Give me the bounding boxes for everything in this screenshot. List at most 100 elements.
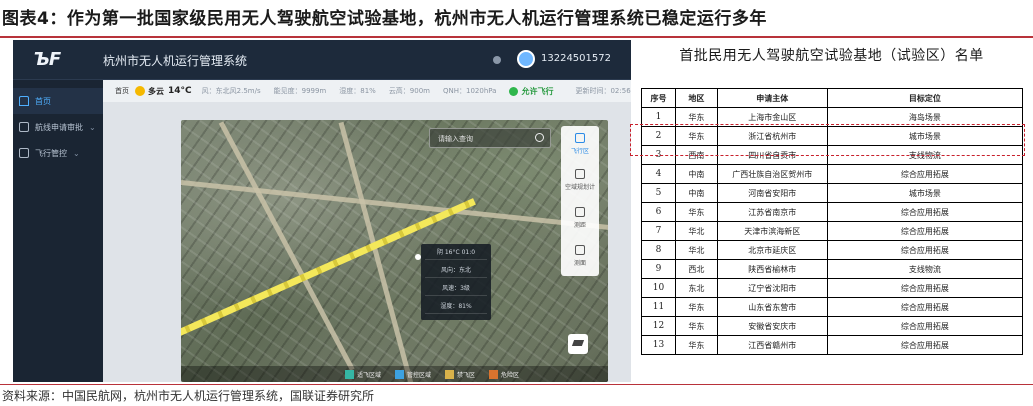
table-cell: 11 (641, 297, 676, 317)
home-icon (19, 96, 29, 106)
table-cell: 华北 (674, 240, 718, 260)
chevron-down-icon: ⌄ (89, 122, 96, 132)
weather-popup: 阴 16°C 01:0 风向：东北 风速：3级 湿度：81% (421, 244, 491, 320)
sidebar-item-home[interactable]: 首页 (13, 88, 103, 114)
sidebar: 首页 航线申请审批 ⌄ 飞行管控 ⌄ (13, 80, 103, 382)
table-row: 10 东北 辽宁省沈阳市 综合应用拓展 (641, 278, 1024, 298)
table-cell: 华东 (674, 297, 718, 317)
calendar-icon (19, 148, 29, 158)
table-cell: 支线物流 (826, 259, 1024, 279)
table-cell: 7 (641, 221, 676, 241)
table-cell: 西北 (674, 259, 718, 279)
column-header: 目标定位 (826, 88, 1024, 108)
weather-info-bar: 首页 多云 14°C 风：东北风2.5m/s 能见度：9999m 湿度：81% … (103, 80, 631, 102)
table-cell: 城市场景 (826, 183, 1024, 203)
map-road (181, 180, 608, 230)
breadcrumb-home[interactable]: 首页 (115, 86, 129, 96)
list-icon (19, 122, 29, 132)
sidebar-item-route-approval[interactable]: 航线申请审批 ⌄ (13, 114, 103, 140)
weather-condition: 多云 (148, 86, 164, 96)
sidebar-item-flight-control[interactable]: 飞行管控 ⌄ (13, 140, 103, 166)
table-cell: 6 (641, 202, 676, 222)
weather-stat: QNH：1020hPa (443, 87, 497, 95)
table-cell: 河南省安阳市 (716, 183, 828, 203)
table-cell: 陕西省榆林市 (716, 259, 828, 279)
tool-measure-area[interactable]: 测面 (561, 240, 599, 274)
airspace-icon (575, 169, 585, 179)
legend-swatch (395, 369, 405, 379)
tool-flight-zone[interactable]: 飞行区 (561, 128, 599, 162)
table-cell: 综合应用拓展 (826, 335, 1024, 355)
search-placeholder: 请输入查询 (438, 135, 473, 143)
tool-airspace-plan[interactable]: 空域规划计 (561, 164, 599, 198)
table-header-row: 序号 地区 申请主体 目标定位 (641, 88, 1024, 108)
chevron-down-icon: ⌄ (73, 148, 80, 158)
satellite-map[interactable]: 请输入查询 飞行区 空域规划计 测距 测面 阴 16°C 01:0 风向：东北 … (181, 120, 608, 382)
popup-row: 湿度：81% (425, 300, 487, 314)
table-cell: 华东 (674, 316, 718, 336)
source-divider (0, 384, 1033, 385)
table-row: 12 华东 安徽省安庆市 综合应用拓展 (641, 316, 1024, 336)
user-phone[interactable]: 13224501572 (541, 53, 611, 64)
map-search-input[interactable]: 请输入查询 (429, 128, 551, 148)
table-row: 4 中南 广西壮族自治区贺州市 综合应用拓展 (641, 164, 1024, 184)
update-time: 更新时间：02:56 (575, 87, 631, 95)
check-circle-icon (509, 86, 519, 96)
table-cell: 综合应用拓展 (826, 221, 1024, 241)
table-row: 9 西北 陕西省榆林市 支线物流 (641, 259, 1024, 279)
table-cell: 12 (641, 316, 676, 336)
table-cell: 山东省东营市 (716, 297, 828, 317)
table-cell: 天津市滨海新区 (716, 221, 828, 241)
table-cell: 中南 (674, 164, 718, 184)
sidebar-item-label: 航线申请审批 (35, 122, 83, 132)
app-header: ЪF 杭州市无人机运行管理系统 13224501572 (13, 40, 631, 80)
title-divider (0, 36, 1033, 38)
table-row: 5 中南 河南省安阳市 城市场景 (641, 183, 1024, 203)
table-cell: 中南 (674, 183, 718, 203)
table-cell: 辽宁省沈阳市 (716, 278, 828, 298)
table-cell: 江苏省南京市 (716, 202, 828, 222)
weather-stat: 风：东北风2.5m/s (201, 87, 261, 95)
map-toolbar: 飞行区 空域规划计 测距 测面 (561, 126, 599, 276)
app-logo: ЪF (33, 49, 61, 70)
table-cell: 4 (641, 164, 676, 184)
legend-label: 禁飞区 (457, 371, 476, 379)
table-cell: 华北 (674, 221, 718, 241)
table-row: 11 华东 山东省东营市 综合应用拓展 (641, 297, 1024, 317)
table-cell: 广西壮族自治区贺州市 (716, 164, 828, 184)
table-cell: 华东 (674, 202, 718, 222)
table-cell: 江西省赣州市 (716, 335, 828, 355)
column-header: 申请主体 (716, 88, 828, 108)
table-row: 13 华东 江西省赣州市 综合应用拓展 (641, 335, 1024, 355)
main-content: 首页 多云 14°C 风：东北风2.5m/s 能见度：9999m 湿度：81% … (103, 80, 631, 382)
notification-icon[interactable] (493, 56, 501, 64)
tool-measure-distance[interactable]: 测距 (561, 202, 599, 236)
table-cell: 安徽省安庆市 (716, 316, 828, 336)
legend-swatch (489, 369, 499, 379)
table-row: 8 华北 北京市延庆区 综合应用拓展 (641, 240, 1024, 260)
table-row: 6 华东 江苏省南京市 综合应用拓展 (641, 202, 1024, 222)
user-avatar[interactable] (517, 50, 535, 68)
table-cell: 综合应用拓展 (826, 316, 1024, 336)
table-cell: 综合应用拓展 (826, 297, 1024, 317)
search-icon[interactable] (535, 133, 544, 142)
table-cell: 综合应用拓展 (826, 164, 1024, 184)
hangzhou-highlight-box (630, 124, 1025, 156)
table-cell: 综合应用拓展 (826, 202, 1024, 222)
map-legend: 适飞区域 管控区域 禁飞区 危险区 (181, 366, 608, 382)
popup-row: 风向：东北 (425, 264, 487, 278)
drone-management-app-screenshot: ЪF 杭州市无人机运行管理系统 13224501572 首页 航线申请审批 ⌄ … (13, 40, 631, 382)
table-cell: 10 (641, 278, 676, 298)
weather-stat: 湿度：81% (339, 87, 376, 95)
sidebar-item-label: 飞行管控 (35, 148, 67, 158)
weather-cloudy-icon (135, 86, 145, 96)
figure-source: 资料来源：中国民航网，杭州市无人机运行管理系统，国联证券研究所 (2, 389, 375, 403)
layers-button[interactable] (568, 334, 588, 354)
table-cell: 综合应用拓展 (826, 278, 1024, 298)
table-cell: 综合应用拓展 (826, 240, 1024, 260)
area-icon (575, 245, 585, 255)
legend-label: 危险区 (501, 371, 520, 379)
weather-stat: 能见度：9999m (273, 87, 327, 95)
column-header: 序号 (641, 88, 676, 108)
legend-label: 管控区域 (407, 371, 432, 379)
